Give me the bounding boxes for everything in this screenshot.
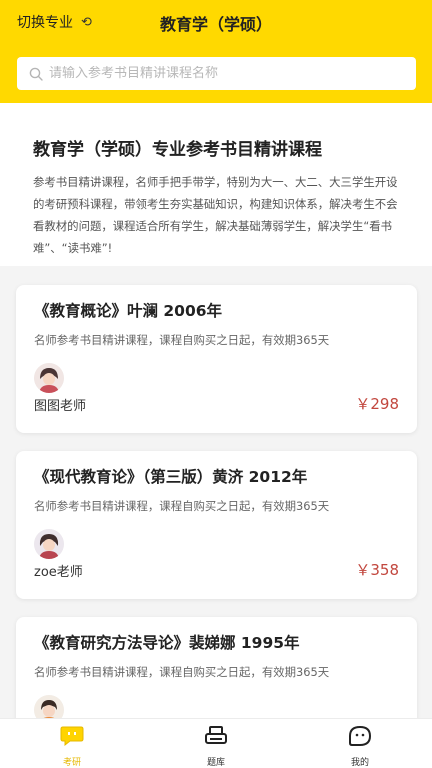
- teacher-name: zoe老师: [34, 565, 83, 580]
- top-header: 切换专业 ⟲ 教育学（学硕）: [0, 0, 432, 103]
- face-icon: [347, 724, 373, 748]
- search-bar[interactable]: [17, 57, 416, 90]
- course-card[interactable]: 《教育概论》叶澜 2006年 名师参考书目精讲课程，课程自购买之日起，有效期36…: [16, 285, 417, 433]
- tab-kaoyan-label: 考研: [62, 758, 81, 768]
- course-description: 名师参考书目精讲课程，课程自购买之日起，有效期365天: [34, 665, 330, 679]
- chat-icon: [59, 724, 85, 748]
- printer-icon: [203, 724, 229, 748]
- tab-question-bank-label: 题库: [206, 758, 225, 768]
- intro-title: 教育学（学硕）专业参考书目精讲课程: [33, 140, 322, 160]
- teacher-avatar: [34, 363, 64, 393]
- page-title: 教育学（学硕）: [159, 15, 272, 34]
- teacher-avatar: [34, 529, 64, 559]
- search-icon: [29, 67, 43, 81]
- search-input[interactable]: [49, 66, 389, 81]
- intro-section: 教育学（学硕）专业参考书目精讲课程 参考书目精讲课程，名师手把手带学，特别为大一…: [0, 103, 432, 266]
- tab-kaoyan[interactable]: 考研: [0, 719, 144, 768]
- course-description: 名师参考书目精讲课程，课程自购买之日起，有效期365天: [34, 499, 330, 513]
- course-title: 《教育研究方法导论》裴娣娜 1995年: [34, 634, 300, 652]
- course-card[interactable]: 《现代教育论》（第三版）黄济 2012年 名师参考书目精讲课程，课程自购买之日起…: [16, 451, 417, 599]
- course-price: ￥298: [355, 395, 399, 413]
- teacher-name: 图图老师: [34, 399, 87, 414]
- bottom-tab-bar: 考研 题库 我的: [0, 718, 432, 768]
- tab-mine[interactable]: 我的: [288, 719, 432, 768]
- tab-question-bank[interactable]: 题库: [144, 719, 288, 768]
- course-price: ￥358: [355, 561, 399, 579]
- course-title: 《现代教育论》（第三版）黄济 2012年: [34, 468, 308, 486]
- intro-description: 参考书目精讲课程，名师手把手带学，特别为大一、大二、大三学生开设的考研预科课程，…: [33, 175, 398, 255]
- course-title: 《教育概论》叶澜 2006年: [34, 302, 223, 320]
- course-description: 名师参考书目精讲课程，课程自购买之日起，有效期365天: [34, 333, 330, 347]
- tab-mine-label: 我的: [350, 758, 369, 768]
